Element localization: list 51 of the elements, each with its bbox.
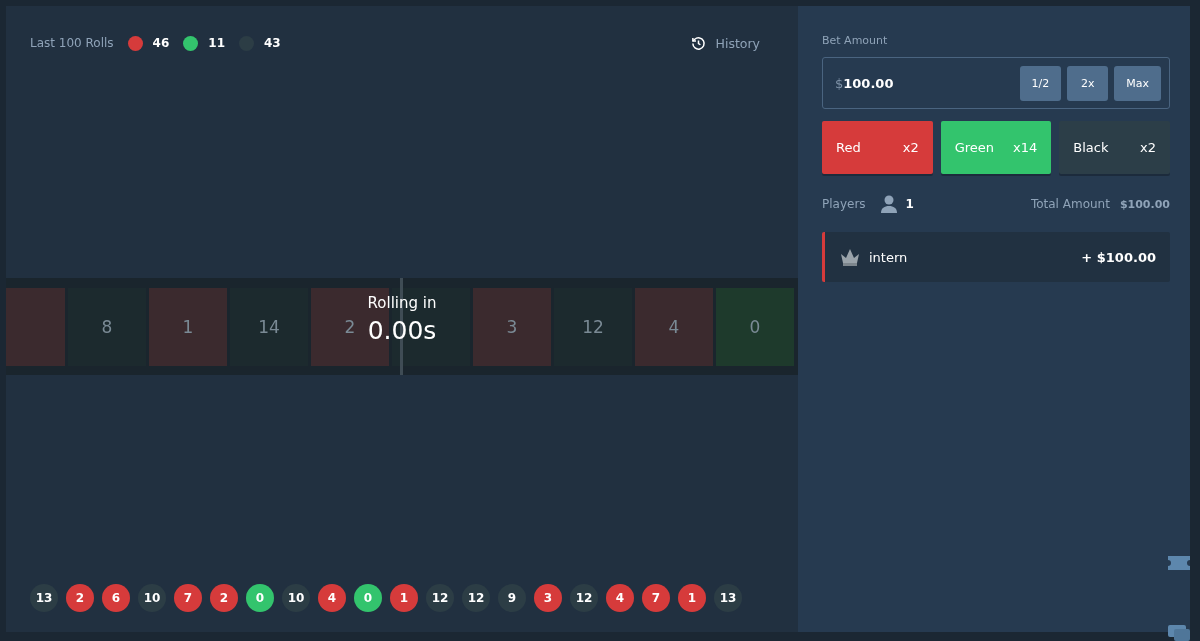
roll-result: 12	[462, 584, 490, 612]
reel-tile: 4	[635, 287, 713, 366]
roll-result: 4	[318, 584, 346, 612]
reel-tile: 12	[554, 287, 632, 366]
roll-count: 43	[264, 36, 281, 50]
history-link[interactable]: History	[690, 35, 760, 51]
bet-amount-field[interactable]: $100.00 1/2 2x Max	[822, 57, 1170, 109]
stats-label: Last 100 Rolls	[30, 36, 114, 50]
player-name: intern	[869, 249, 909, 265]
players-count: 1	[905, 197, 914, 211]
roll-count: 11	[208, 36, 225, 50]
reel-tile: 3	[473, 287, 551, 366]
reel-tile: 1	[149, 287, 227, 366]
roll-result: 1	[678, 584, 706, 612]
roll-result: 13	[714, 584, 742, 612]
roll-result: 7	[642, 584, 670, 612]
total-amount: $100.00	[1119, 197, 1170, 211]
roll-result: 1	[390, 584, 418, 612]
rolling-label: Rolling in	[367, 294, 437, 312]
roll-result: 0	[246, 584, 274, 612]
reel-tile: 0	[716, 287, 794, 366]
roll-result: 4	[606, 584, 634, 612]
bet-amount-label: Bet Amount	[822, 34, 889, 47]
roll-result: 9	[498, 584, 526, 612]
roll-result: 10	[282, 584, 310, 612]
countdown-timer: 0.00s	[367, 316, 437, 345]
reel-tile: 14	[230, 287, 308, 366]
history-icon	[690, 35, 706, 51]
person-icon	[879, 195, 898, 213]
roll-result: 2	[210, 584, 238, 612]
color-bet-button[interactable]: Red x2	[822, 121, 933, 174]
players-label: Players	[822, 197, 866, 211]
roll-result: 0	[354, 584, 382, 612]
bet-modifier-button[interactable]: 2x	[1067, 65, 1109, 101]
reel-tile: 8	[68, 287, 146, 366]
roll-result: 3	[534, 584, 562, 612]
roll-result: 10	[138, 584, 166, 612]
roll-result: 7	[174, 584, 202, 612]
roll-result: 6	[102, 584, 130, 612]
roll-result: 13	[30, 584, 58, 612]
roll-count: 46	[152, 36, 170, 50]
roll-result: 12	[426, 584, 454, 612]
roll-result: 2	[66, 584, 94, 612]
chat-icon[interactable]	[1168, 625, 1190, 641]
player-bet-amount: + $100.00	[1081, 249, 1156, 265]
bet-modifier-button[interactable]: Max	[1114, 65, 1161, 101]
total-amount-label: Total Amount	[1030, 197, 1110, 211]
color-bet-button[interactable]: Black x2	[1059, 121, 1170, 174]
crown-icon	[839, 247, 861, 267]
bet-modifier-button[interactable]: 1/2	[1019, 65, 1062, 101]
roll-result: 12	[570, 584, 598, 612]
